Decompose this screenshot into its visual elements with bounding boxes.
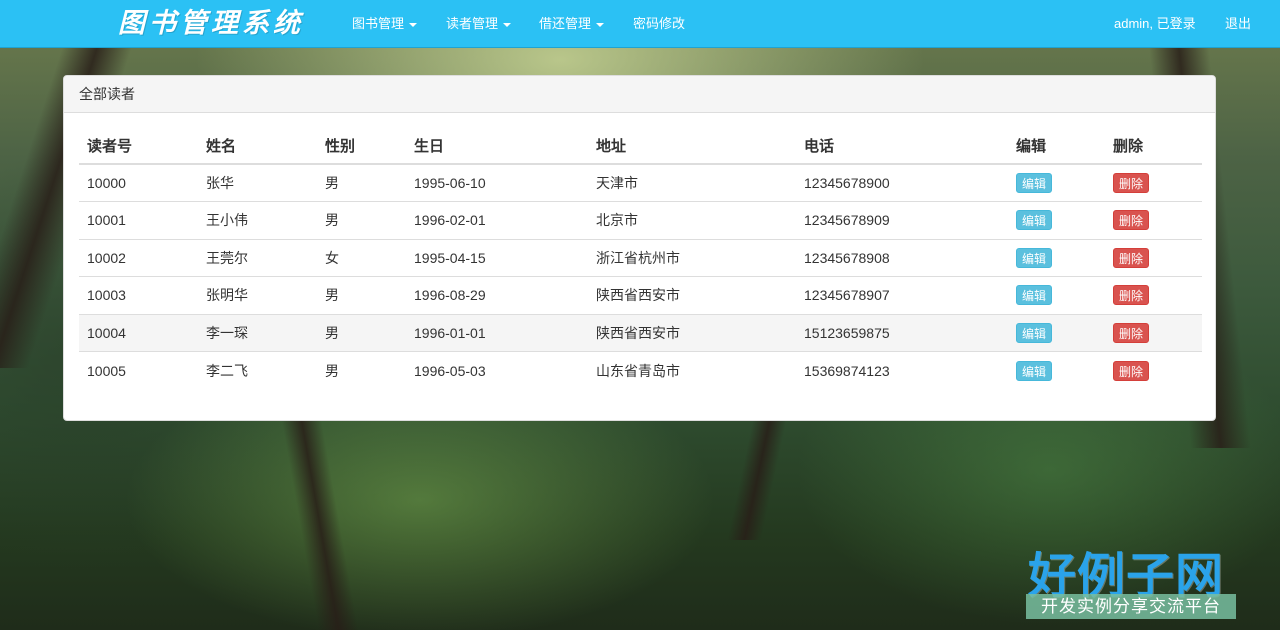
panel-title: 全部读者 xyxy=(64,76,1215,113)
table-row: 10001 王小伟 男 1996-02-01 北京市 12345678909 编… xyxy=(79,201,1202,239)
edit-cell: 编辑 xyxy=(1008,313,1105,352)
reader-id-cell: 10001 xyxy=(79,201,198,239)
user-status-link[interactable]: admin, 已登录 xyxy=(1114,0,1196,48)
edit-button[interactable]: 编辑 xyxy=(1016,173,1053,193)
nav-borrow-return-management[interactable]: 借还管理 xyxy=(539,0,605,48)
column-header: 姓名 xyxy=(198,127,317,165)
edit-cell: 编辑 xyxy=(1008,201,1105,239)
delete-cell: 删除 xyxy=(1105,201,1202,239)
delete-button[interactable]: 删除 xyxy=(1113,360,1150,381)
reader-gender-cell: 女 xyxy=(317,238,406,277)
delete-button[interactable]: 删除 xyxy=(1113,322,1150,343)
reader-gender-cell: 男 xyxy=(317,163,406,202)
nav-label: 借还管理 xyxy=(539,16,592,31)
reader-gender-cell: 男 xyxy=(317,201,406,239)
reader-birthday-cell: 1996-08-29 xyxy=(406,276,588,314)
reader-address-cell: 北京市 xyxy=(588,201,796,239)
nav-label: 图书管理 xyxy=(352,16,405,31)
reader-id-cell: 10003 xyxy=(79,276,198,314)
logout-link[interactable]: 退出 xyxy=(1225,0,1251,48)
reader-name-cell: 王莞尔 xyxy=(198,238,317,277)
delete-cell: 删除 xyxy=(1105,163,1202,202)
brand-logo[interactable]: 图书管理系统 xyxy=(118,6,304,42)
reader-address-cell: 山东省青岛市 xyxy=(588,351,796,389)
background-tree-trunk xyxy=(281,420,359,630)
edit-cell: 编辑 xyxy=(1008,163,1105,202)
reader-id-cell: 10002 xyxy=(79,238,198,277)
reader-birthday-cell: 1996-05-03 xyxy=(406,351,588,389)
reader-birthday-cell: 1996-01-01 xyxy=(406,313,588,352)
column-header: 生日 xyxy=(406,127,588,165)
edit-cell: 编辑 xyxy=(1008,276,1105,314)
nav-reader-management[interactable]: 读者管理 xyxy=(446,0,512,48)
reader-id-cell: 10004 xyxy=(79,313,198,352)
background-tree-trunk xyxy=(727,420,787,540)
delete-cell: 删除 xyxy=(1105,238,1202,277)
reader-address-cell: 陕西省西安市 xyxy=(588,276,796,314)
edit-cell: 编辑 xyxy=(1008,351,1105,389)
reader-name-cell: 张明华 xyxy=(198,276,317,314)
nav-label: 密码修改 xyxy=(633,16,686,31)
reader-address-cell: 陕西省西安市 xyxy=(588,313,796,352)
edit-button[interactable]: 编辑 xyxy=(1016,210,1053,231)
reader-phone-cell: 12345678900 xyxy=(796,163,1008,202)
table-row: 10003 张明华 男 1996-08-29 陕西省西安市 1234567890… xyxy=(79,276,1202,314)
delete-cell: 删除 xyxy=(1105,351,1202,389)
reader-name-cell: 张华 xyxy=(198,163,317,202)
watermark-subtitle: 开发实例分享交流平台 xyxy=(1026,594,1236,619)
reader-phone-cell: 12345678907 xyxy=(796,276,1008,314)
caret-down-icon xyxy=(503,22,512,27)
readers-table: 读者号 姓名 性别 生日 地址 电话 编辑 删除 10000 张华 男 1995… xyxy=(79,127,1202,389)
reader-birthday-cell: 1995-04-15 xyxy=(406,238,588,277)
nav-label: 读者管理 xyxy=(446,16,499,31)
column-header: 性别 xyxy=(317,127,406,165)
top-navbar: 图书管理系统 图书管理 读者管理 借还管理 密码修改 admin, 已登录 退出 xyxy=(0,0,1280,48)
reader-birthday-cell: 1995-06-10 xyxy=(406,163,588,202)
reader-name-cell: 李二飞 xyxy=(198,351,317,389)
reader-gender-cell: 男 xyxy=(317,351,406,389)
delete-cell: 删除 xyxy=(1105,313,1202,352)
reader-birthday-cell: 1996-02-01 xyxy=(406,201,588,239)
edit-button[interactable]: 编辑 xyxy=(1016,285,1053,306)
reader-name-cell: 王小伟 xyxy=(198,201,317,239)
reader-phone-cell: 12345678909 xyxy=(796,201,1008,239)
column-header: 编辑 xyxy=(1008,127,1105,165)
table-row: 10000 张华 男 1995-06-10 天津市 12345678900 编辑… xyxy=(79,163,1202,202)
table-header-row: 读者号 姓名 性别 生日 地址 电话 编辑 删除 xyxy=(79,127,1202,165)
reader-address-cell: 天津市 xyxy=(588,163,796,202)
reader-address-cell: 浙江省杭州市 xyxy=(588,238,796,277)
edit-button[interactable]: 编辑 xyxy=(1016,322,1053,343)
edit-button[interactable]: 编辑 xyxy=(1016,247,1053,268)
reader-id-cell: 10000 xyxy=(79,163,198,202)
table-row-hovered: 10004 李一琛 男 1996-01-01 陕西省西安市 1512365987… xyxy=(79,313,1202,352)
column-header: 电话 xyxy=(796,127,1008,165)
nav-change-password[interactable]: 密码修改 xyxy=(633,0,685,48)
reader-id-cell: 10005 xyxy=(79,351,198,389)
delete-button[interactable]: 删除 xyxy=(1113,210,1150,231)
reader-phone-cell: 12345678908 xyxy=(796,238,1008,277)
column-header: 删除 xyxy=(1105,127,1202,165)
delete-button[interactable]: 删除 xyxy=(1113,173,1150,193)
delete-cell: 删除 xyxy=(1105,276,1202,314)
column-header: 读者号 xyxy=(79,127,198,165)
edit-button[interactable]: 编辑 xyxy=(1016,360,1053,381)
column-header: 地址 xyxy=(588,127,796,165)
readers-panel: 全部读者 读者号 姓名 性别 生日 地址 电话 编辑 删除 10000 张华 男 xyxy=(63,75,1216,421)
delete-button[interactable]: 删除 xyxy=(1113,247,1150,268)
reader-gender-cell: 男 xyxy=(317,313,406,352)
table-row: 10005 李二飞 男 1996-05-03 山东省青岛市 1536987412… xyxy=(79,351,1202,389)
nav-book-management[interactable]: 图书管理 xyxy=(352,0,418,48)
edit-cell: 编辑 xyxy=(1008,238,1105,277)
caret-down-icon xyxy=(409,22,418,27)
reader-phone-cell: 15123659875 xyxy=(796,313,1008,352)
table-row: 10002 王莞尔 女 1995-04-15 浙江省杭州市 1234567890… xyxy=(79,238,1202,277)
delete-button[interactable]: 删除 xyxy=(1113,285,1150,306)
reader-phone-cell: 15369874123 xyxy=(796,351,1008,389)
caret-down-icon xyxy=(596,22,605,27)
reader-name-cell: 李一琛 xyxy=(198,313,317,352)
reader-gender-cell: 男 xyxy=(317,276,406,314)
